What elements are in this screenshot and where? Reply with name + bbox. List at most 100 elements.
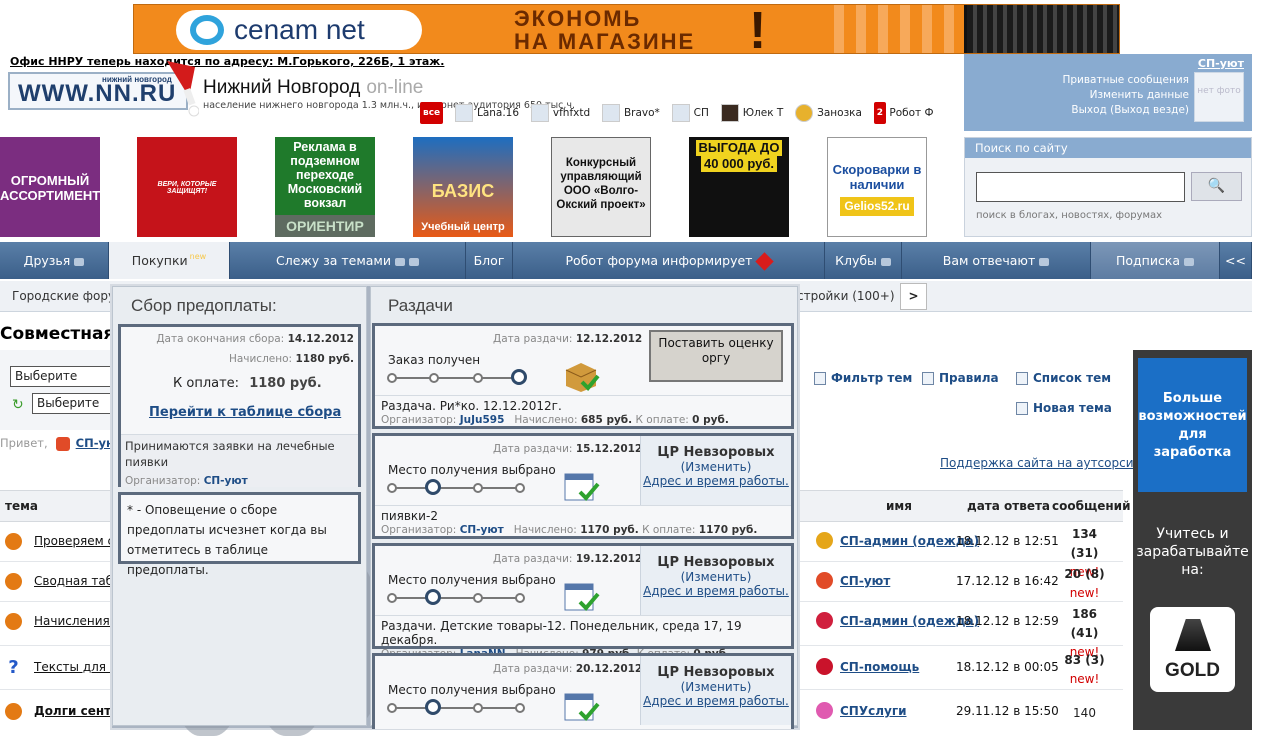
tab-clubs[interactable]: Клубы [825, 242, 902, 279]
tab-forum-robot[interactable]: Робот форума информирует [513, 242, 825, 279]
reply-date: 18.12.12 в 12:59 [956, 614, 1059, 628]
prepayment-title: Сбор предоплаты: [131, 296, 277, 315]
subnav-construction[interactable]: стройки (100+) [797, 289, 895, 303]
hello-line: Привет, СП-уют [0, 436, 124, 451]
tire-image [964, 5, 1119, 53]
author-link[interactable]: СП-помощь [840, 660, 919, 674]
search-hint: поиск в блогах, новостях, форумах [976, 210, 1163, 221]
user-item[interactable]: Bravo* [601, 102, 660, 126]
col-name: имя [886, 499, 912, 513]
col-date: дата ответа [967, 499, 1051, 513]
calendar-check-icon [564, 473, 600, 501]
tab-watched-topics[interactable]: Слежу за темами [230, 242, 466, 279]
tab-blog[interactable]: Блог [466, 242, 513, 279]
warning-icon [755, 252, 775, 271]
filter-topics-link[interactable]: Фильтр тем [814, 371, 912, 385]
santa-hat-icon [167, 61, 199, 117]
user-item[interactable]: Lana.16 [454, 102, 519, 126]
comment-icon [1184, 257, 1195, 266]
ad-suv[interactable]: ВЫГОДА ДО 40 000 руб. [689, 137, 789, 237]
site-logo[interactable]: WWW.NN.RU нижний новгород [8, 72, 188, 110]
all-users-button[interactable]: все [420, 102, 444, 126]
pickup-point: ЦР Невзоровых (Изменить) Адрес и время раб… [640, 546, 791, 615]
user-item[interactable]: vfhfxtd [530, 102, 590, 126]
ad-assortment[interactable]: ОГРОМНЫЙ АССОРТИМЕНТ [0, 137, 100, 237]
distribution-status: Место получения выбрано [388, 573, 556, 587]
online-users-strip: все Lana.16 vfhfxtd Bravo* СП Юлек Т Зан… [420, 102, 965, 126]
user-avatar [816, 612, 833, 629]
reply-date: 17.12.12 в 16:42 [956, 574, 1059, 588]
current-user-link[interactable]: СП-уют [1198, 57, 1244, 70]
banner-stripes [834, 5, 964, 53]
logout-everywhere-link[interactable]: (Выход везде) [1110, 104, 1189, 116]
collection-end: Дата окончания сбора: 14.12.2012 [156, 333, 354, 345]
topic-link[interactable]: Начисления з [34, 614, 120, 628]
distribution-card: Дата раздачи: 20.12.2012 Место получения… [372, 653, 794, 729]
ad-underpass[interactable]: Реклама в подземном переходе Московский … [275, 137, 375, 237]
col-topic: тема [5, 499, 38, 513]
ad-red[interactable]: ВЕРИ, КОТОРЫЕ ЗАЩИЩЯТ! [137, 137, 237, 237]
topic-icon [5, 573, 22, 590]
forum-select[interactable]: Выберите форум [10, 366, 112, 387]
topic-link[interactable]: Тексты для м [34, 660, 119, 674]
rules-link[interactable]: Правила [922, 371, 999, 385]
topic-link[interactable]: Сводная табл [34, 574, 121, 588]
subnav-city-forums[interactable]: Городские фору [12, 289, 115, 303]
support-link[interactable]: Поддержка сайта на аутсорсинг [940, 456, 1148, 470]
promo-side[interactable]: Больше возможностей для заработка Учитес… [1133, 350, 1252, 730]
collapse-nav-button[interactable]: << [1220, 242, 1252, 279]
banner-slogan: ЭКОНОМЬ НА МАГАЗИНЕ [514, 6, 696, 54]
topic-select[interactable]: Выберите те [32, 393, 112, 414]
refresh-icon[interactable]: ↻ [12, 397, 24, 413]
author-link[interactable]: СП-уют [840, 574, 890, 588]
user-badge-icon [55, 436, 70, 451]
user-panel: СП-уют Приватные сообщения Изменить данн… [964, 54, 1252, 131]
calendar-check-icon [564, 693, 600, 721]
topic-link[interactable]: Проверяем с [34, 534, 114, 548]
user-avatar [530, 104, 549, 122]
organizer-link[interactable]: СП-уют [460, 524, 504, 536]
tab-subscription[interactable]: Подписка [1091, 242, 1220, 279]
change-link[interactable]: Изменить [685, 570, 747, 584]
distribution-date: Дата раздачи: 12.12.2012 [493, 333, 643, 345]
rate-organizer-button[interactable]: Поставить оценку оргу [649, 330, 783, 382]
tab-replies[interactable]: Вам отвечают [902, 242, 1091, 279]
comment-icon [394, 257, 405, 266]
chevron-right-icon[interactable]: > [900, 283, 927, 310]
address-link[interactable]: Адрес и время работы. [643, 694, 789, 708]
user-item[interactable]: Юлек Т [720, 102, 783, 126]
avatar[interactable]: нет фото [1194, 72, 1244, 122]
reply-date: 29.11.12 в 15:50 [956, 704, 1059, 718]
collection-table-link[interactable]: Перейти к таблице сбора [149, 405, 341, 420]
private-messages-link[interactable]: Приватные сообщения [1062, 74, 1189, 86]
promo-text: Учитесь и зарабатывайте на: [1136, 526, 1249, 578]
mail-icon [408, 257, 419, 266]
new-topic-link[interactable]: Новая тема [1016, 401, 1112, 415]
tab-friends[interactable]: Друзья [0, 242, 109, 279]
top-ad-banner[interactable]: cenam net ЭКОНОМЬ НА МАГАЗИНЕ ! [133, 4, 1120, 54]
organizer-link[interactable]: JuJu595 [460, 414, 505, 426]
user-item[interactable]: 2 Робот Ф [873, 102, 934, 126]
change-link[interactable]: Изменить [685, 460, 747, 474]
prepayment-note: Принимаются заявки на лечебные пиявки Ор… [121, 434, 358, 487]
ad-pressure-cookers[interactable]: Скороварки в наличии Gelios52.ru [827, 137, 927, 237]
reply-date: 18.12.12 в 12:51 [956, 534, 1059, 548]
address-link[interactable]: Адрес и время работы. [643, 474, 789, 488]
search-button[interactable]: 🔍 [1191, 172, 1242, 201]
author-link[interactable]: СПУслуги [840, 704, 907, 718]
user-item[interactable]: Занозка [795, 102, 862, 126]
user-item[interactable]: СП [671, 102, 709, 126]
logout-link[interactable]: Выход [1071, 104, 1106, 116]
edit-profile-link[interactable]: Изменить данные [1090, 89, 1189, 101]
organizer-link[interactable]: СП-уют [204, 475, 248, 487]
tab-purchases[interactable]: Покупки new [109, 242, 230, 279]
ad-basis[interactable]: БАЗИС Учебный центр [413, 137, 513, 237]
ad-volga[interactable]: Конкурсный управляющий ООО «Волго-Окский… [551, 137, 651, 237]
office-notice-link[interactable]: Офис ННРУ теперь находится по адресу: М.… [10, 55, 444, 68]
topic-list-link[interactable]: Список тем [1016, 371, 1111, 385]
box-check-icon [565, 363, 600, 392]
search-input[interactable] [976, 172, 1185, 202]
change-link[interactable]: Изменить [685, 680, 747, 694]
pay-amount: К оплате: 1180 руб. [173, 376, 322, 391]
address-link[interactable]: Адрес и время работы. [643, 584, 789, 598]
